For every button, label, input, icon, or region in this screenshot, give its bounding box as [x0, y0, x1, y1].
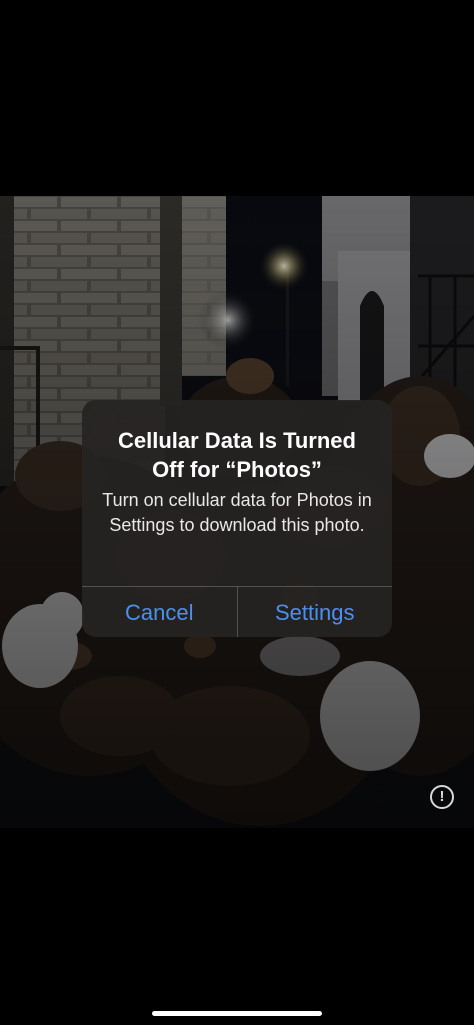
settings-button[interactable]: Settings	[238, 587, 393, 637]
cancel-button[interactable]: Cancel	[82, 587, 238, 637]
home-indicator[interactable]	[152, 1011, 322, 1016]
alert-actions: Cancel Settings	[82, 586, 392, 637]
info-icon[interactable]: !	[430, 785, 454, 809]
screen: Cellular Data Is Turned Off for “Photos”…	[0, 0, 474, 1025]
cellular-data-alert: Cellular Data Is Turned Off for “Photos”…	[82, 400, 392, 637]
alert-message: Turn on cellular data for Photos in Sett…	[102, 490, 372, 535]
alert-title: Cellular Data Is Turned Off for “Photos”	[118, 428, 356, 482]
